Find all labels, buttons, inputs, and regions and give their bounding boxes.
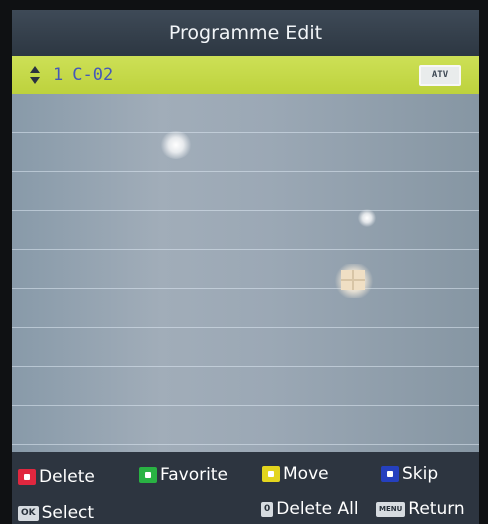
favorite-key-hint[interactable]: Favorite — [139, 465, 228, 485]
blue-key-icon — [381, 466, 399, 482]
light-glare — [358, 209, 376, 227]
skip-key-hint[interactable]: Skip — [381, 464, 438, 484]
return-label: Return — [408, 499, 465, 519]
favorite-label: Favorite — [160, 465, 228, 485]
list-item[interactable] — [12, 250, 479, 289]
list-item[interactable] — [12, 289, 479, 328]
ok-key-icon: OK — [18, 505, 39, 521]
zero-key-icon: 0 — [261, 501, 274, 517]
delete-label: Delete — [39, 467, 95, 487]
window-reflection — [335, 264, 373, 298]
list-item[interactable] — [12, 367, 479, 406]
list-item[interactable] — [12, 328, 479, 367]
channel-name: C-02 — [72, 65, 114, 85]
skip-label: Skip — [402, 464, 439, 484]
select-key-hint[interactable]: OK Select — [18, 503, 94, 523]
list-item[interactable] — [12, 94, 479, 133]
key-legend: Delete Favorite Move Skip OK Select 0 De… — [12, 452, 479, 524]
delete-key-hint[interactable]: Delete — [18, 467, 95, 487]
channel-row-selected[interactable]: 1 C-02 ATV — [12, 56, 479, 94]
list-item[interactable] — [12, 406, 479, 445]
move-key-hint[interactable]: Move — [262, 464, 329, 484]
menu-key-icon: MENU — [376, 501, 406, 517]
list-item[interactable] — [12, 133, 479, 172]
list-item[interactable] — [12, 211, 479, 250]
channel-type-badge: ATV — [419, 64, 461, 86]
channel-number: 1 — [53, 65, 64, 85]
page-title: Programme Edit — [12, 10, 479, 56]
channel-list — [12, 94, 479, 452]
select-label: Select — [41, 503, 95, 523]
tv-screen: Programme Edit 1 C-02 ATV Delete Favorit… — [12, 10, 479, 524]
return-key-hint[interactable]: MENU Return — [376, 499, 465, 519]
up-down-arrows-icon — [30, 65, 40, 85]
yellow-key-icon — [262, 466, 280, 482]
light-glare — [160, 131, 192, 159]
delete-all-key-hint[interactable]: 0 Delete All — [261, 499, 359, 519]
move-label: Move — [283, 464, 329, 484]
list-item[interactable] — [12, 172, 479, 211]
delete-all-label: Delete All — [276, 499, 359, 519]
red-key-icon — [18, 469, 36, 485]
green-key-icon — [139, 467, 157, 483]
